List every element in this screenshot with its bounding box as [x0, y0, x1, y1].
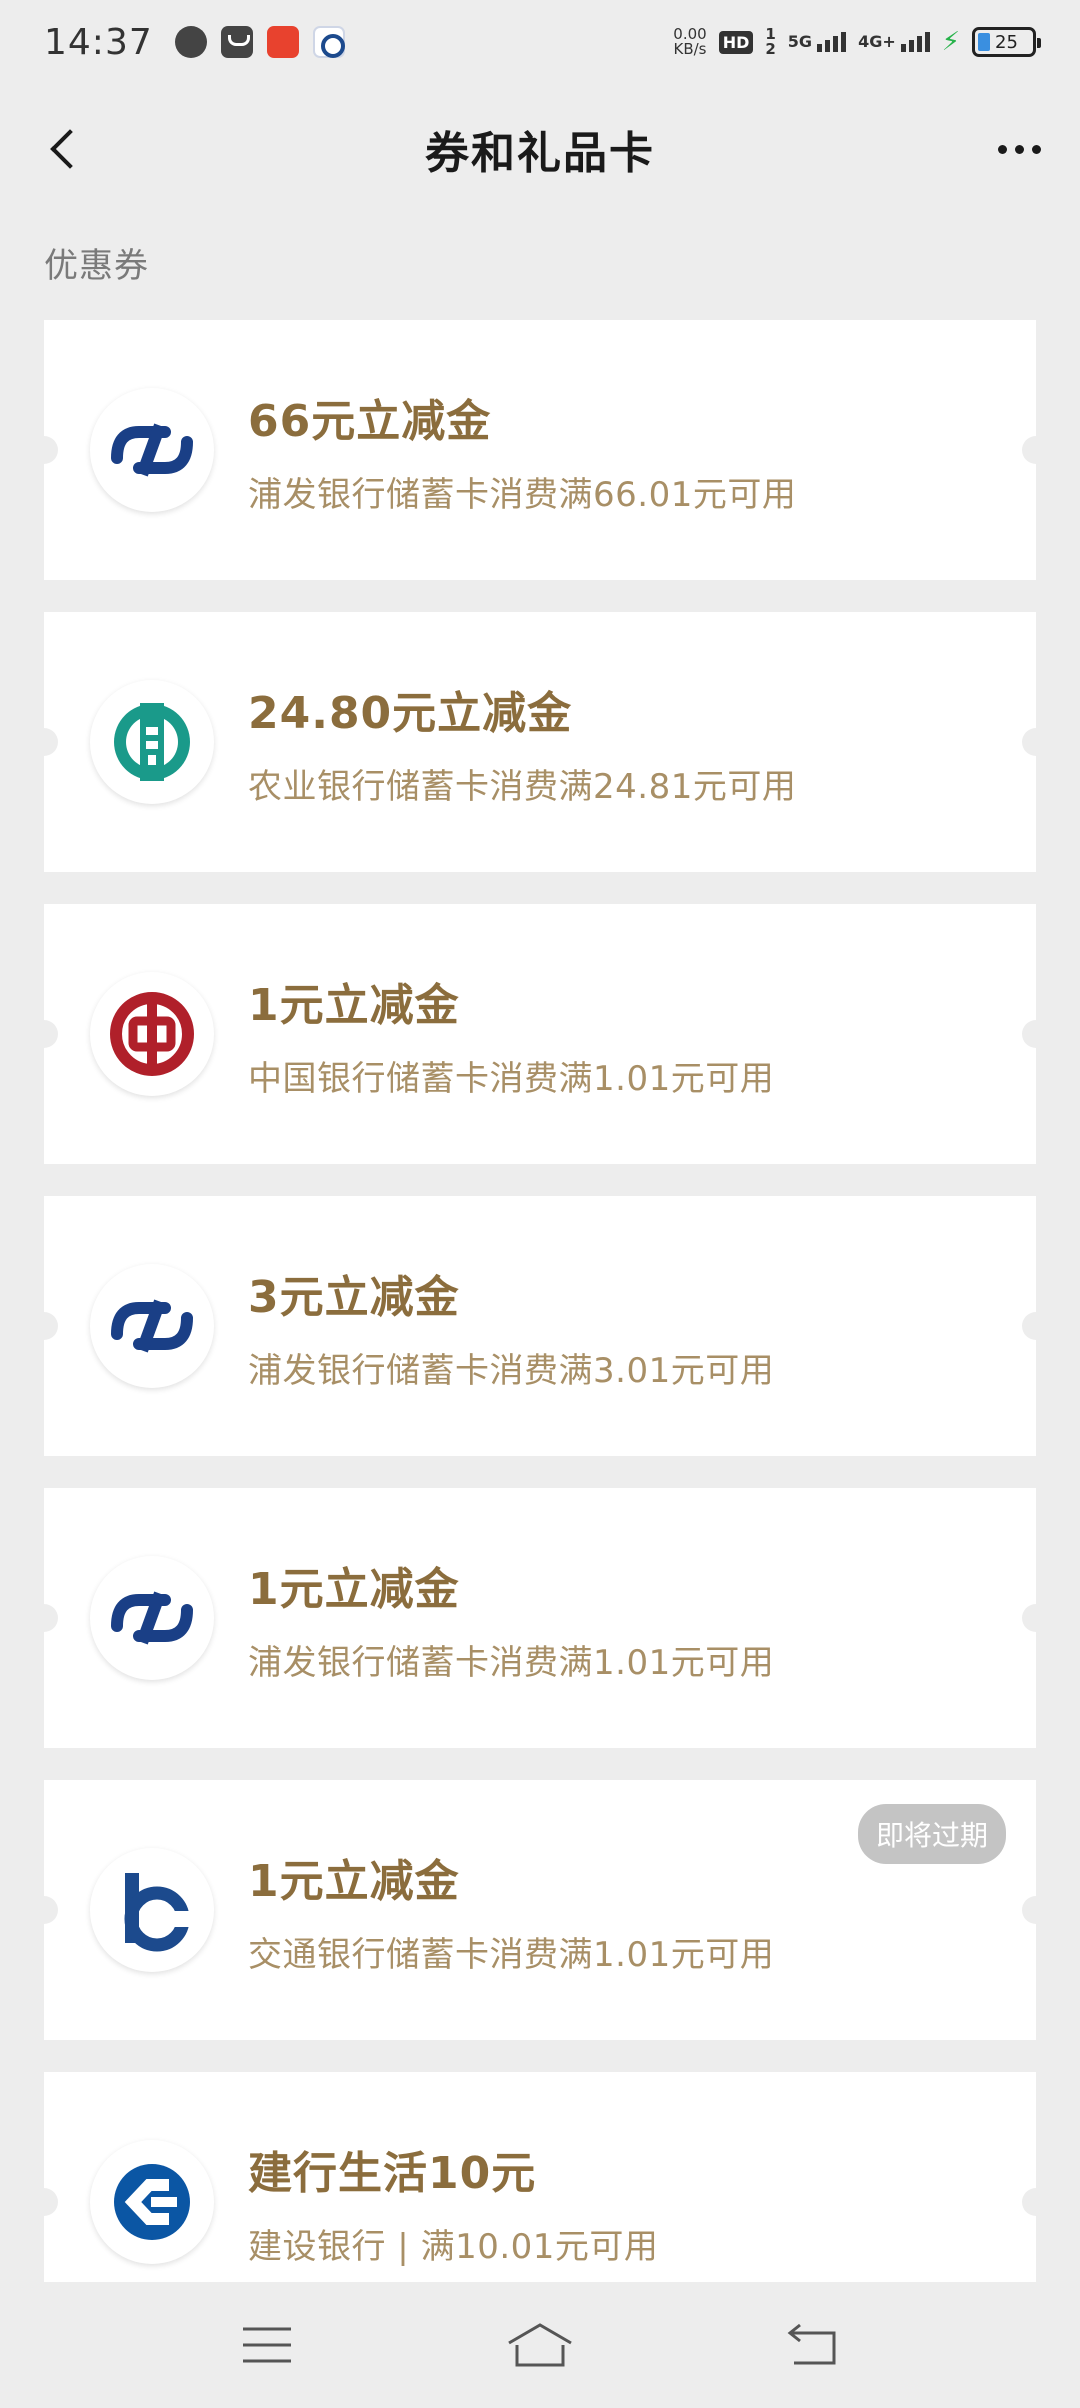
- more-button[interactable]: [984, 114, 1054, 184]
- notification-icons: [174, 26, 345, 58]
- coupon-desc: 交通银行储蓄卡消费满1.01元可用: [248, 1934, 775, 1975]
- ccb-logo-icon: [90, 2140, 214, 2264]
- battery-icon: 25: [972, 27, 1041, 57]
- hd-voice-badge: HD: [718, 30, 754, 54]
- more-dots-icon: [997, 144, 1007, 154]
- app-notification-icon: [266, 26, 299, 58]
- status-indicators: 0.00 KB/s HD 1 2 5G 4G+ ⚡ 25: [673, 27, 1041, 57]
- coupon-desc: 浦发银行储蓄卡消费满3.01元可用: [248, 1350, 775, 1391]
- bank-app-notification-icon: [312, 26, 345, 58]
- spdb-logo-icon: [90, 1556, 214, 1680]
- chevron-left-icon: [50, 129, 90, 169]
- more-dot: [1014, 144, 1024, 154]
- back-system-button[interactable]: [758, 2305, 868, 2385]
- signal-5g-icon: 5G: [787, 32, 847, 52]
- coupon-list: 66元立减金 浦发银行储蓄卡消费满66.01元可用 24.80元立减金 农业银行…: [44, 320, 1036, 2282]
- coupon-title: 1元立减金: [248, 1855, 460, 1907]
- chat-notification-icon: [174, 26, 207, 58]
- menu-icon: [242, 2327, 291, 2363]
- coupon-card[interactable]: 1元立减金 中国银行储蓄卡消费满1.01元可用: [44, 904, 1036, 1164]
- coupon-desc: 农业银行储蓄卡消费满24.81元可用: [248, 766, 797, 807]
- nav-bar: 券和礼品卡: [0, 84, 1080, 214]
- signal-4g-icon: 4G+: [858, 32, 930, 52]
- coupon-desc: 浦发银行储蓄卡消费满1.01元可用: [248, 1642, 775, 1683]
- coupon-title: 24.80元立减金: [248, 687, 573, 739]
- coupon-title: 建行生活10元: [248, 2147, 537, 2199]
- coupon-desc: 建设银行 | 满10.01元可用: [248, 2226, 659, 2267]
- home-button[interactable]: [485, 2305, 595, 2385]
- coupon-text: 66元立减金 浦发银行储蓄卡消费满66.01元可用: [248, 385, 796, 516]
- coupon-card[interactable]: 1元立减金 浦发银行储蓄卡消费满1.01元可用: [44, 1488, 1036, 1748]
- coupon-card[interactable]: 3元立减金 浦发银行储蓄卡消费满3.01元可用: [44, 1196, 1036, 1456]
- coupon-text: 建行生活10元 建设银行 | 满10.01元可用: [248, 2137, 658, 2268]
- expiring-soon-badge: 即将过期: [857, 1804, 1006, 1864]
- coupon-card[interactable]: 66元立减金 浦发银行储蓄卡消费满66.01元可用: [44, 320, 1036, 580]
- spdb-logo-icon: [90, 388, 214, 512]
- signal-4g-label: 4G+: [858, 32, 896, 51]
- signal-5g-label: 5G: [787, 32, 813, 51]
- coupon-title: 66元立减金: [248, 395, 492, 447]
- coupon-card[interactable]: 建行生活10元 建设银行 | 满10.01元可用: [44, 2072, 1036, 2282]
- charging-icon: ⚡: [941, 27, 960, 57]
- coupon-title: 1元立减金: [248, 979, 460, 1031]
- page-title: 券和礼品卡: [425, 128, 655, 179]
- coupon-text: 1元立减金 中国银行储蓄卡消费满1.01元可用: [248, 969, 774, 1100]
- shop-notification-icon: [220, 26, 253, 58]
- abc-logo-icon: [90, 680, 214, 804]
- menu-button[interactable]: [212, 2305, 322, 2385]
- section-title: 优惠券: [44, 246, 149, 286]
- coupon-card[interactable]: 即将过期 1元立减金 交通银行储蓄卡消费满1.01元可用: [44, 1780, 1036, 2040]
- coupon-desc: 浦发银行储蓄卡消费满66.01元可用: [248, 474, 797, 515]
- coupon-text: 24.80元立减金 农业银行储蓄卡消费满24.81元可用: [248, 677, 796, 808]
- home-icon: [508, 2323, 572, 2367]
- status-bar: 14:37 0.00 KB/s HD 1 2 5G 4G+ ⚡ 25: [0, 0, 1080, 84]
- coupon-card[interactable]: 24.80元立减金 农业银行储蓄卡消费满24.81元可用: [44, 612, 1036, 872]
- sim2-label: 2: [765, 40, 776, 58]
- return-icon: [787, 2323, 836, 2365]
- battery-level: 25: [995, 31, 1018, 53]
- bocom-logo-icon: [90, 1848, 214, 1972]
- more-dot: [1031, 144, 1041, 154]
- network-speed: 0.00 KB/s: [673, 27, 706, 57]
- coupon-title: 3元立减金: [248, 1271, 460, 1323]
- coupon-title: 1元立减金: [248, 1563, 460, 1615]
- status-time: 14:37: [44, 21, 153, 63]
- coupon-text: 3元立减金 浦发银行储蓄卡消费满3.01元可用: [248, 1261, 774, 1392]
- coupon-text: 1元立减金 浦发银行储蓄卡消费满1.01元可用: [248, 1553, 774, 1684]
- back-button[interactable]: [30, 114, 100, 184]
- sim-indicator: 1 2: [765, 27, 775, 57]
- spdb-logo-icon: [90, 1264, 214, 1388]
- system-navigation-bar: [0, 2282, 1080, 2408]
- coupon-desc: 中国银行储蓄卡消费满1.01元可用: [248, 1058, 775, 1099]
- boc-logo-icon: [90, 972, 214, 1096]
- network-speed-unit: KB/s: [673, 40, 707, 58]
- coupon-text: 1元立减金 交通银行储蓄卡消费满1.01元可用: [248, 1845, 774, 1976]
